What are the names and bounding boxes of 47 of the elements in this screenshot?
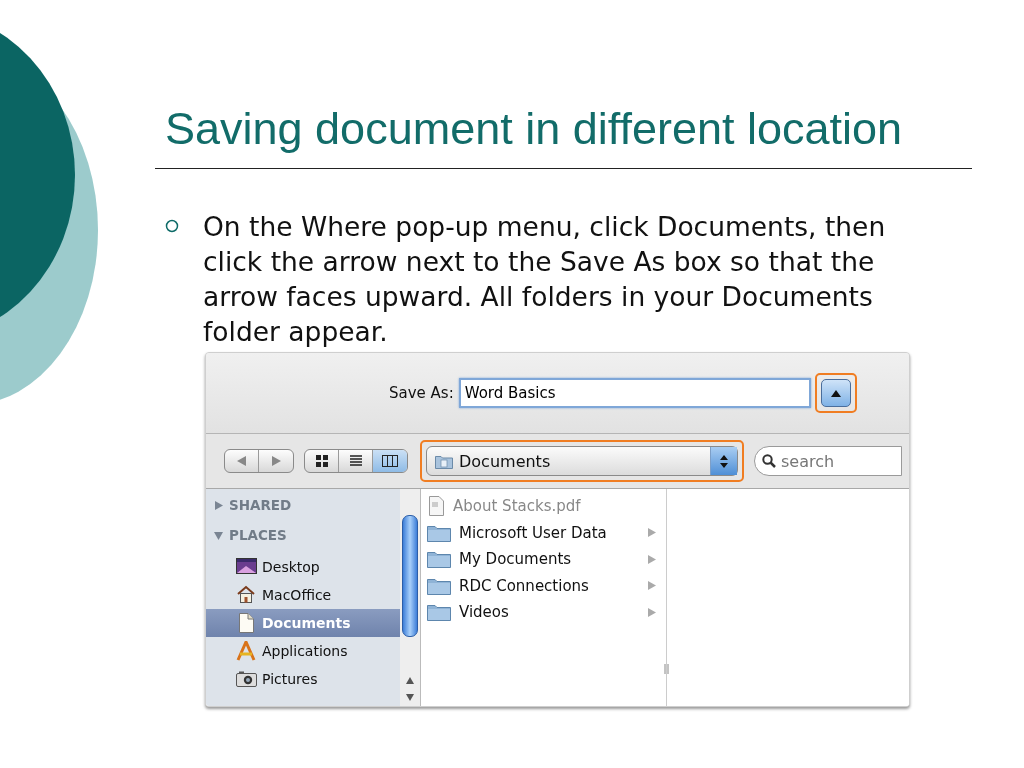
view-button[interactable] bbox=[373, 450, 407, 472]
list-view-icon bbox=[349, 455, 362, 467]
folder-icon bbox=[427, 550, 451, 569]
camera-icon bbox=[236, 669, 257, 689]
up-arrow-icon bbox=[830, 389, 841, 397]
resize-handle-icon bbox=[664, 664, 669, 674]
sidebar-item[interactable]: Applications bbox=[206, 637, 400, 665]
disclosure-arrow-icon bbox=[648, 528, 656, 538]
compass-ruler-icon bbox=[236, 641, 257, 661]
bullet-icon bbox=[165, 219, 179, 233]
popup-arrows-icon bbox=[720, 454, 728, 468]
sidebar-item[interactable]: Desktop bbox=[206, 553, 400, 581]
expanded-triangle-icon bbox=[214, 530, 223, 540]
folder-icon bbox=[435, 453, 453, 469]
scroll-thumb[interactable] bbox=[402, 515, 418, 637]
scroll-down-icon bbox=[406, 694, 414, 701]
folder-icon bbox=[427, 576, 451, 595]
sidebar-item[interactable]: MacOffice bbox=[206, 581, 400, 609]
search-field[interactable]: search bbox=[754, 446, 902, 476]
search-icon bbox=[762, 454, 776, 468]
folder-icon bbox=[427, 523, 451, 542]
file-row[interactable]: Videos bbox=[421, 599, 666, 626]
expand-toggle-button[interactable] bbox=[820, 379, 851, 407]
pdf-file-icon bbox=[427, 496, 445, 517]
forward-icon bbox=[271, 456, 281, 466]
folder-icon bbox=[427, 603, 451, 622]
scroll-up-icon bbox=[406, 677, 414, 684]
disclosure-arrow-icon bbox=[648, 581, 656, 591]
column-view-icon bbox=[382, 455, 398, 467]
disclosure-arrow-icon bbox=[648, 554, 656, 564]
slide-title: Saving document in different location bbox=[164, 104, 904, 154]
location-popup[interactable]: Documents bbox=[426, 446, 738, 476]
house-icon bbox=[236, 585, 257, 605]
sidebar-item[interactable]: Pictures bbox=[206, 665, 400, 693]
document-icon bbox=[236, 613, 257, 633]
file-row[interactable]: Microsoft User Data bbox=[421, 519, 666, 546]
file-row[interactable]: RDC Connections bbox=[421, 572, 666, 599]
icon-view-icon bbox=[315, 455, 328, 467]
collapsed-triangle-icon bbox=[214, 500, 223, 510]
save-as-label: Save As: bbox=[389, 384, 454, 402]
scrollbar[interactable] bbox=[400, 489, 421, 706]
bullet-text: On the Where pop-up menu, click Documents, then click the arrow next to the Save As box so that the arrow faces upward. All folders in your Documents folder appear. bbox=[203, 210, 887, 349]
disclosure-arrow-icon bbox=[648, 607, 656, 617]
desktop-icon bbox=[236, 557, 257, 577]
save-as-field[interactable]: Word Basics bbox=[458, 378, 811, 408]
back-icon bbox=[237, 456, 246, 466]
file-row[interactable]: My Documents bbox=[421, 546, 666, 573]
